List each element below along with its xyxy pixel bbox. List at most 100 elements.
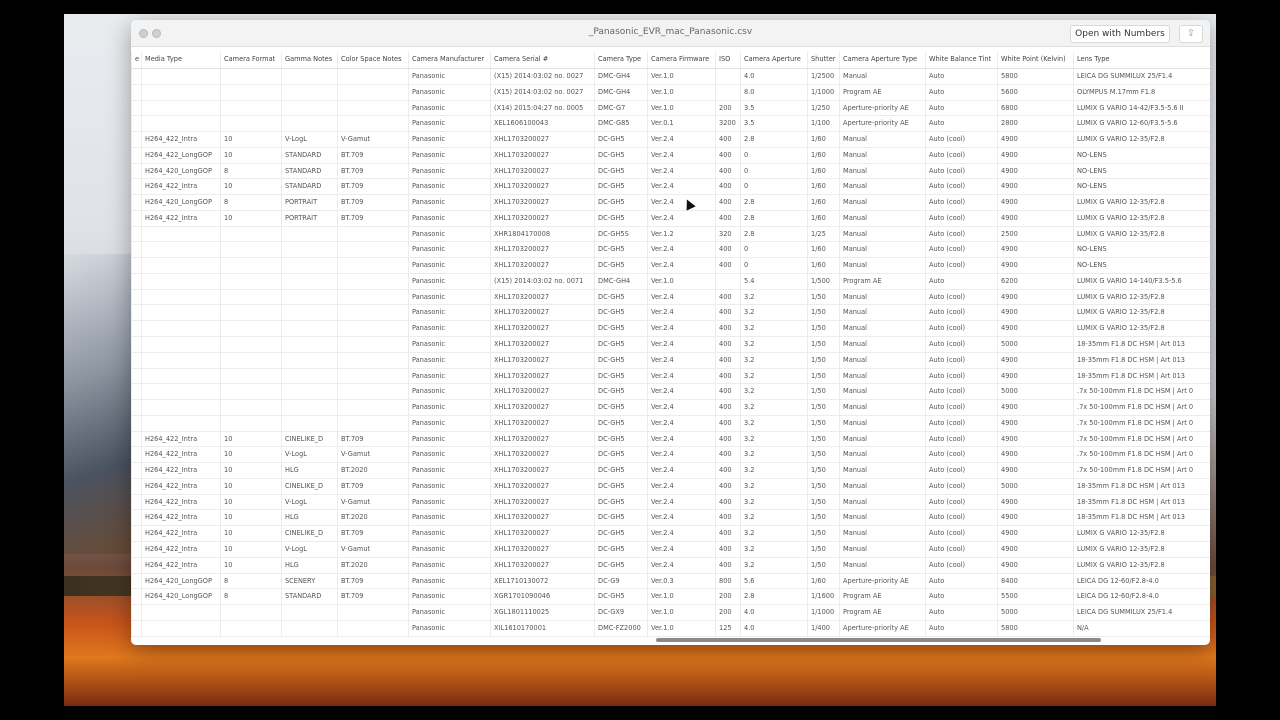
table-cell: 3.2 — [740, 337, 807, 352]
table-cell: XHL1703200027 — [490, 321, 594, 337]
table-cell: DC-GH5 — [594, 195, 647, 210]
table-cell — [337, 100, 408, 116]
column-header[interactable]: Camera Serial # — [490, 52, 594, 68]
table-cell — [281, 415, 337, 431]
table-row: Panasonic XHL1703200027 DC-GH5 Ver.2.4 400 3.… — [131, 352, 1210, 369]
table-cell: 1/50 — [807, 415, 839, 431]
table-cell: Auto — [925, 589, 997, 605]
table-cell: 18-35mm F1.8 DC HSM | Art 013 — [1073, 352, 1210, 368]
table-cell: Manual — [839, 510, 925, 526]
table-row: Panasonic XIL1610170001 DMC-FZ2000 Ver.1.0 1… — [131, 620, 1210, 637]
table-cell — [220, 116, 281, 132]
column-header[interactable]: Camera Manufacturer — [408, 52, 490, 68]
open-with-numbers-button[interactable]: Open with Numbers — [1070, 25, 1170, 43]
horizontal-scrollbar[interactable] — [656, 638, 1101, 642]
column-header[interactable]: e — [131, 52, 141, 68]
table-cell: Manual — [839, 289, 925, 305]
table-cell: 400 — [715, 384, 740, 400]
table-cell: V-Gamut — [337, 132, 408, 147]
table-cell: Panasonic — [408, 431, 490, 447]
table-row: H264_420_LongGOP 8 STANDARD BT.709 Panasonic… — [131, 589, 1210, 606]
table-cell — [281, 400, 337, 415]
column-header[interactable]: Color Space Notes — [337, 52, 408, 68]
table-cell: H264_422_Intra — [141, 478, 220, 494]
table-cell — [141, 337, 220, 352]
table-cell — [220, 258, 281, 273]
share-icon: ⇪ — [1186, 28, 1196, 39]
table-cell — [220, 242, 281, 258]
table-cell: 1/1600 — [807, 589, 839, 605]
column-header[interactable]: Gamma Notes — [281, 52, 337, 68]
table-cell: Auto (cool) — [925, 494, 997, 510]
table-cell: 2.8 — [740, 589, 807, 605]
table-cell: Ver.2.4 — [647, 147, 715, 163]
column-header[interactable]: ISO — [715, 52, 740, 68]
table-cell: Auto (cool) — [925, 147, 997, 163]
table-cell: 3.2 — [740, 494, 807, 510]
column-header[interactable]: White Point (Kelvin) — [997, 52, 1073, 68]
table-cell: Ver.2.4 — [647, 132, 715, 147]
table-row: Panasonic XHL1703200027 DC-GH5 Ver.2.4 400 3.… — [131, 337, 1210, 353]
table-cell: Panasonic — [408, 478, 490, 494]
table-cell — [220, 400, 281, 415]
table-cell: LUMIX G VARIO 14-42/F3.5-5.6 II — [1073, 100, 1210, 116]
table-cell — [337, 258, 408, 273]
column-header[interactable]: White Balance Tint — [925, 52, 997, 68]
table-cell: Auto (cool) — [925, 242, 997, 258]
table-cell: XHL1703200027 — [490, 258, 594, 273]
table-cell: 3.2 — [740, 526, 807, 541]
table-cell: 10 — [220, 179, 281, 195]
column-header[interactable]: Camera Firmware — [647, 52, 715, 68]
table-row: H264_422_Intra 10 STANDARD BT.709 Panasonic X… — [131, 179, 1210, 196]
table-cell: 3.2 — [740, 289, 807, 305]
table-cell: 3.5 — [740, 100, 807, 116]
table-cell — [281, 620, 337, 636]
table-cell: BT.709 — [337, 179, 408, 195]
column-header[interactable]: Camera Type — [594, 52, 647, 68]
column-header[interactable]: Camera Aperture Type — [839, 52, 925, 68]
table-cell: Aperture-priority AE — [839, 100, 925, 116]
column-header[interactable]: Lens Type — [1073, 52, 1210, 68]
table-cell: 400 — [715, 163, 740, 179]
table-cell — [131, 368, 141, 384]
table-row: H264_420_LongGOP 8 STANDARD BT.709 Panasonic… — [131, 163, 1210, 180]
table-cell: Panasonic — [408, 557, 490, 573]
table-cell — [131, 289, 141, 305]
table-cell — [337, 84, 408, 100]
share-button[interactable]: ⇪ — [1179, 25, 1203, 43]
table-cell: (X15) 2014:03:02 no. 0027 — [490, 84, 594, 100]
column-header[interactable]: Camera Aperture — [740, 52, 807, 68]
table-cell — [131, 116, 141, 132]
table-cell — [141, 226, 220, 242]
table-cell: DMC-G7 — [594, 100, 647, 116]
table-cell — [131, 337, 141, 352]
table-cell: Aperture-priority AE — [839, 116, 925, 132]
table-row: H264_422_Intra 10 V-LogL V-Gamut Panasonic XH… — [131, 494, 1210, 511]
table-cell: 10 — [220, 431, 281, 447]
column-header[interactable]: Camera Format — [220, 52, 281, 68]
table-cell: BT.2020 — [337, 463, 408, 478]
table-cell: Ver.1.0 — [647, 589, 715, 605]
table-row: H264_420_LongGOP 8 SCENERY BT.709 Panasonic X… — [131, 573, 1210, 590]
table-cell: 2.8 — [740, 132, 807, 147]
table-cell: 0 — [740, 163, 807, 179]
table-cell — [337, 415, 408, 431]
table-cell: LUMIX G VARIO 12-35/F2.8 — [1073, 195, 1210, 210]
table-cell: .7x 50-100mm F1.8 DC HSM | Art 0 — [1073, 447, 1210, 463]
table-cell — [131, 431, 141, 447]
table-cell — [715, 273, 740, 289]
table-cell: Ver.0.3 — [647, 573, 715, 589]
table-cell: Auto — [925, 273, 997, 289]
table-cell: Program AE — [839, 84, 925, 100]
column-header[interactable]: Media Type — [141, 52, 220, 68]
table-cell: Ver.2.4 — [647, 494, 715, 510]
table-cell: Manual — [839, 368, 925, 384]
table-cell: XHL1703200027 — [490, 242, 594, 258]
table-cell: Manual — [839, 494, 925, 510]
column-header[interactable]: Shutter — [807, 52, 839, 68]
table-row: H264_420_LongGOP 8 PORTRAIT BT.709 Panasonic… — [131, 195, 1210, 211]
table-cell: Auto — [925, 116, 997, 132]
table-cell: Manual — [839, 195, 925, 210]
table-cell: 800 — [715, 573, 740, 589]
table-cell: Auto — [925, 100, 997, 116]
